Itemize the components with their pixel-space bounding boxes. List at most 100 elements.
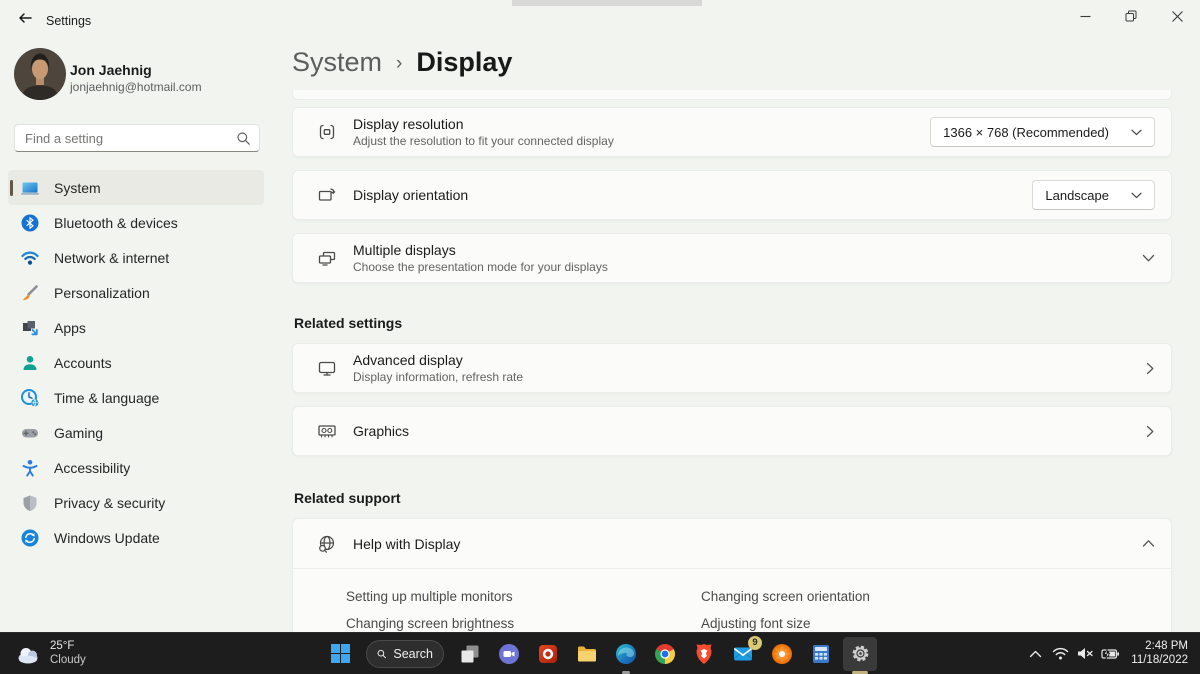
row-subtitle: Adjust the resolution to fit your connec… (353, 134, 614, 148)
sidebar-item-gaming[interactable]: Gaming (8, 415, 264, 450)
row-text: Advanced display Display information, re… (353, 352, 523, 384)
restore-button[interactable] (1108, 0, 1154, 32)
settings-app-button[interactable] (843, 637, 877, 671)
sidebar-item-accessibility[interactable]: Accessibility (8, 450, 264, 485)
sidebar-item-system[interactable]: System (8, 170, 264, 205)
wifi-icon (20, 248, 40, 268)
help-link-multiple-monitors[interactable]: Setting up multiple monitors (346, 589, 701, 604)
start-button[interactable] (323, 637, 357, 671)
office-button[interactable] (531, 637, 565, 671)
tray-time: 2:48 PM (1131, 640, 1188, 654)
chevron-down-icon[interactable] (1142, 254, 1155, 263)
sidebar-item-label: Time & language (54, 390, 159, 406)
close-button[interactable] (1154, 0, 1200, 32)
avatar[interactable] (14, 48, 66, 100)
sidebar-item-bluetooth-devices[interactable]: Bluetooth & devices (8, 205, 264, 240)
settings-search-box[interactable] (14, 124, 260, 152)
task-view-button[interactable] (453, 637, 487, 671)
taskbar-search[interactable]: Search (366, 640, 444, 668)
wifi-icon (1052, 647, 1069, 661)
update-icon (20, 528, 40, 548)
sidebar-item-label: Apps (54, 320, 86, 336)
orange-starburst-app-button[interactable] (765, 637, 799, 671)
display-resolution-row[interactable]: Display resolution Adjust the resolution… (292, 107, 1172, 157)
taskbar-center: Search 9 (323, 633, 877, 674)
battery-charging-button[interactable] (1098, 639, 1123, 669)
orientation-dropdown[interactable]: Landscape (1032, 180, 1155, 210)
search-input[interactable] (25, 131, 236, 146)
sidebar-item-windows-update[interactable]: Windows Update (8, 520, 264, 555)
weather-text: 25°F Cloudy (50, 640, 86, 667)
task-view-icon (459, 643, 481, 665)
chrome-icon (653, 642, 677, 666)
weather-widget[interactable]: 25°F Cloudy (8, 633, 94, 674)
restore-icon (1125, 10, 1137, 22)
sidebar-item-label: Network & internet (54, 250, 169, 266)
mail-badge: 9 (748, 636, 762, 650)
volume-muted-button[interactable] (1073, 639, 1098, 669)
orange-starburst-icon (770, 642, 794, 666)
display-orientation-icon (315, 183, 339, 207)
resolution-dropdown[interactable]: 1366 × 768 (Recommended) (930, 117, 1155, 147)
edge-icon (614, 642, 638, 666)
chevron-up-icon[interactable] (1142, 539, 1155, 548)
row-title: Display orientation (353, 187, 468, 203)
edge-button[interactable] (609, 637, 643, 671)
sidebar-item-label: Bluetooth & devices (54, 215, 178, 231)
file-explorer-button[interactable] (570, 637, 604, 671)
advanced-display-row[interactable]: Advanced display Display information, re… (292, 343, 1172, 393)
brave-icon (693, 642, 715, 666)
user-email: jonjaehnig@hotmail.com (70, 80, 202, 94)
volume-mute-icon (1077, 647, 1094, 660)
system-tray: 2:48 PM 11/18/2022 (1023, 633, 1194, 674)
user-name: Jon Jaehnig (70, 62, 152, 78)
sidebar-item-network-internet[interactable]: Network & internet (8, 240, 264, 275)
close-icon (1172, 11, 1183, 22)
top-gray-strip (512, 0, 702, 6)
office-icon (537, 643, 559, 665)
running-indicator (622, 671, 630, 674)
brave-button[interactable] (687, 637, 721, 671)
mail-button[interactable]: 9 (726, 637, 760, 671)
bluetooth-icon (20, 213, 40, 233)
graphics-row[interactable]: Graphics (292, 406, 1172, 456)
row-text: Multiple displays Choose the presentatio… (353, 242, 608, 274)
display-resolution-icon (315, 120, 339, 144)
breadcrumb-separator: › (396, 50, 402, 75)
chevron-up-icon (1029, 650, 1042, 658)
clock-widget[interactable]: 2:48 PM 11/18/2022 (1123, 640, 1194, 667)
hidden-icons-button[interactable] (1023, 639, 1048, 669)
sidebar-item-apps[interactable]: Apps (8, 310, 264, 345)
chevron-down-icon (1131, 192, 1142, 199)
back-button[interactable] (12, 7, 38, 29)
help-with-display-row[interactable]: Help with Display (293, 519, 1171, 569)
row-title: Help with Display (353, 536, 460, 552)
row-title: Display resolution (353, 116, 614, 132)
chevron-right-icon (1146, 425, 1155, 438)
sidebar-item-personalization[interactable]: Personalization (8, 275, 264, 310)
help-link-font-size[interactable]: Adjusting font size (701, 616, 1147, 631)
row-subtitle: Choose the presentation mode for your di… (353, 260, 608, 274)
sidebar-item-time-language[interactable]: Time & language (8, 380, 264, 415)
gear-icon (849, 642, 872, 665)
help-link-screen-brightness[interactable]: Changing screen brightness (346, 616, 701, 631)
titlebar: Settings (0, 0, 1200, 34)
shield-icon (20, 493, 40, 513)
breadcrumb-system[interactable]: System (292, 47, 382, 78)
chrome-button[interactable] (648, 637, 682, 671)
multiple-displays-icon (315, 246, 339, 270)
sidebar-item-accounts[interactable]: Accounts (8, 345, 264, 380)
multiple-displays-row[interactable]: Multiple displays Choose the presentatio… (292, 233, 1172, 283)
related-support-header: Related support (294, 490, 1172, 506)
tray-date: 11/18/2022 (1131, 654, 1188, 668)
teams-chat-button[interactable] (492, 637, 526, 671)
minimize-button[interactable] (1062, 0, 1108, 32)
sidebar-item-privacy-security[interactable]: Privacy & security (8, 485, 264, 520)
search-icon (377, 647, 386, 661)
battery-charging-icon (1101, 648, 1120, 660)
wifi-tray-button[interactable] (1048, 639, 1073, 669)
display-orientation-row[interactable]: Display orientation Landscape (292, 170, 1172, 220)
calculator-button[interactable] (804, 637, 838, 671)
windows-settings-screen: { "window": { "title": "Settings" }, "si… (0, 0, 1200, 674)
help-link-screen-orientation[interactable]: Changing screen orientation (701, 589, 1147, 604)
